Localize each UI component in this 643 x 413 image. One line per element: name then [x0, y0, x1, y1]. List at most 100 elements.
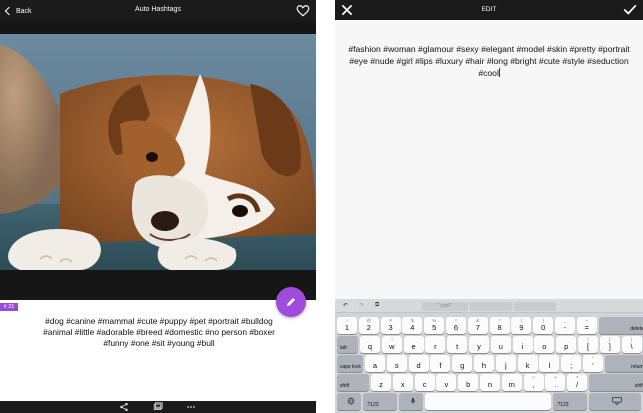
hashtag-text-editor[interactable]: #fashion #woman #glamour #sexy #elegant … [347, 43, 631, 79]
tab-key[interactable]: tab [337, 336, 358, 353]
more-icon[interactable] [186, 402, 196, 412]
key-alt-label: < [532, 375, 535, 380]
key-sym[interactable]: >. [545, 374, 566, 391]
key-d[interactable]: d [408, 355, 429, 372]
key-v[interactable]: v [436, 374, 457, 391]
key-h[interactable]: h [474, 355, 494, 372]
key-2[interactable]: @2 [358, 317, 379, 334]
key-alt-label: # [389, 318, 392, 323]
key-label: 0 [541, 323, 546, 332]
key-label: h [481, 361, 487, 370]
key-g[interactable]: g [452, 355, 473, 372]
hide-keyboard-key[interactable] [589, 393, 641, 410]
key-f[interactable]: f [430, 355, 451, 372]
key-alt-label: ( [520, 318, 523, 323]
key-alt-label: * [498, 318, 501, 323]
key-label: t [456, 342, 459, 351]
key-1[interactable]: ! 1 [337, 317, 357, 334]
gallery-icon[interactable] [153, 402, 163, 412]
editor-text: #fashion #woman #glamour #sexy #elegant … [348, 44, 630, 78]
key-alt-label: | [631, 337, 633, 342]
pencil-icon [287, 298, 295, 306]
key-z[interactable]: z [371, 374, 391, 391]
key-label: k [525, 361, 530, 370]
key-label: [ [586, 342, 590, 351]
key-0[interactable]: ) 0 [533, 317, 554, 334]
key-u[interactable]: u [490, 336, 511, 353]
key-sym[interactable]: ? / [567, 374, 588, 391]
dictation-key[interactable] [399, 393, 423, 410]
key-alt-label: ) [542, 318, 544, 323]
key-label: 2 [366, 323, 371, 332]
onscreen-keyboard: ↶ ↷ ⧉ "cool" ! 1 @2 #3 $4% 5 ^ 6 & 7 * 8(9) 0 _ - + = ` q ~… [335, 299, 643, 413]
key-j[interactable]: j [495, 355, 516, 372]
key-5[interactable]: % 5 [424, 317, 445, 334]
key-e[interactable]: e [403, 336, 424, 353]
key-sym[interactable]: :; [561, 355, 582, 372]
key-3[interactable]: #3 [380, 317, 401, 334]
key-sym[interactable]: _ - [555, 317, 575, 334]
key-alt-label: ! [346, 318, 348, 323]
key-m[interactable]: m [501, 374, 522, 391]
edit-button[interactable] [276, 287, 306, 317]
key-r[interactable]: r [425, 336, 446, 353]
key-c[interactable]: c [414, 374, 435, 391]
caps-lock-key[interactable]: caps lock [337, 355, 363, 372]
suggestion-empty[interactable] [470, 302, 512, 311]
redo-icon[interactable]: ↷ [359, 302, 364, 311]
key-a[interactable]: a [365, 355, 385, 372]
numbers-key[interactable]: .?123 [363, 393, 397, 410]
suggestion-empty[interactable] [514, 302, 556, 311]
shift-right-key[interactable]: shift [589, 374, 643, 391]
paste-icon[interactable]: ⧉ [375, 302, 379, 311]
key-label: j [504, 361, 507, 370]
key-o[interactable]: o [534, 336, 555, 353]
edit-screen: EDIT #fashion #woman #glamour #sexy #ele… [335, 0, 643, 413]
key-sym[interactable]: {[ [578, 336, 598, 353]
key-7[interactable]: & 7 [467, 317, 488, 334]
key-sym[interactable]: " ' [583, 355, 603, 372]
key-8[interactable]: * 8 [489, 317, 510, 334]
bottom-toolbar [0, 401, 316, 413]
shift-left-key[interactable]: shift [337, 374, 369, 391]
key-sym[interactable]: | \ [621, 336, 642, 353]
key-label: c [422, 380, 427, 389]
key-9[interactable]: (9 [511, 317, 532, 334]
key-y[interactable]: y [469, 336, 489, 353]
key-sym[interactable]: + = [576, 317, 597, 334]
key-p[interactable]: p [556, 336, 577, 353]
key-l[interactable]: l [539, 355, 560, 372]
key-n[interactable]: n [480, 374, 500, 391]
key-label: 1 [344, 323, 350, 332]
key-q[interactable]: ` q [360, 336, 380, 353]
delete-key[interactable]: delete [598, 317, 643, 334]
key-sym[interactable]: <, [523, 374, 544, 391]
key-label: . [554, 380, 557, 389]
suggestion-item[interactable]: "cool" [422, 302, 468, 311]
key-b[interactable]: b [458, 374, 479, 391]
key-i[interactable]: i [512, 336, 533, 353]
key-k[interactable]: k [517, 355, 538, 372]
key-s[interactable]: s [386, 355, 407, 372]
key-w[interactable]: ~ w [381, 336, 402, 353]
numbers-key-right[interactable]: .?123 [553, 393, 587, 410]
heart-icon[interactable] [296, 4, 310, 18]
key-4[interactable]: $4 [402, 317, 423, 334]
undo-icon[interactable]: ↶ [343, 302, 348, 311]
key-label: ; [570, 361, 573, 370]
space-key[interactable] [425, 393, 551, 410]
key-label: m [508, 380, 515, 389]
key-label: b [466, 380, 471, 389]
puppy-photo [0, 34, 316, 270]
share-icon[interactable] [119, 402, 129, 412]
checkmark-icon[interactable] [623, 3, 637, 17]
key-label: r [434, 342, 437, 351]
globe-key[interactable] [337, 393, 361, 410]
key-6[interactable]: ^ 6 [446, 317, 466, 334]
key-t[interactable]: t [447, 336, 468, 353]
hashtag-list[interactable]: #dog #canine #mammal #cute #puppy #pet #… [30, 316, 288, 349]
key-sym[interactable]: }] [599, 336, 620, 353]
return-key[interactable]: return [604, 355, 643, 372]
key-label: f [439, 361, 442, 370]
key-x[interactable]: x [392, 374, 413, 391]
